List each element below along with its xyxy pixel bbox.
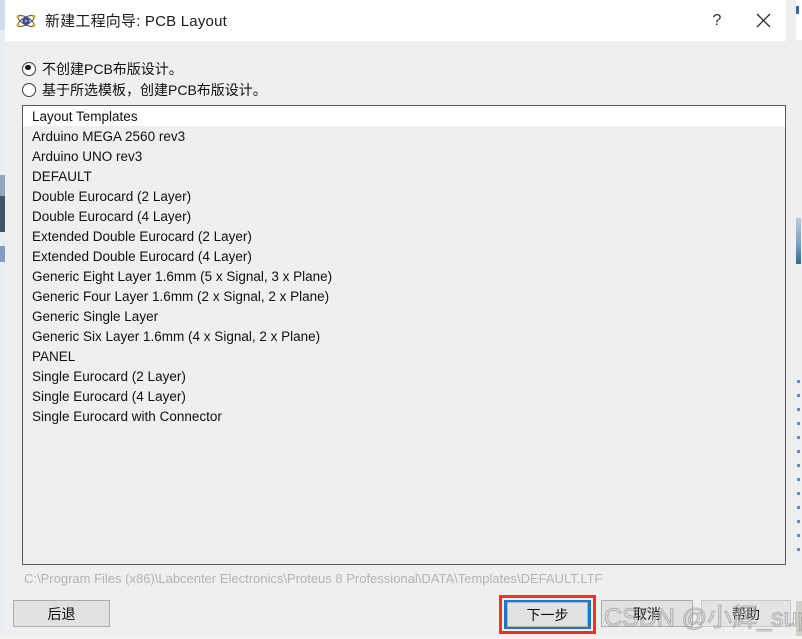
- radio-option-from-template-label: 基于所选模板，创建PCB布版设计。: [42, 81, 267, 98]
- list-item[interactable]: Double Eurocard (4 Layer): [23, 206, 785, 226]
- list-item[interactable]: Generic Six Layer 1.6mm (4 x Signal, 2 x…: [23, 326, 785, 346]
- list-item[interactable]: Generic Four Layer 1.6mm (2 x Signal, 2 …: [23, 286, 785, 306]
- layout-templates-listbox[interactable]: Layout Templates Arduino MEGA 2560 rev3 …: [22, 105, 786, 565]
- list-item[interactable]: Generic Single Layer: [23, 306, 785, 326]
- background-sliver-right: [796, 0, 802, 639]
- radio-option-from-template[interactable]: 基于所选模板，创建PCB布版设计。: [22, 79, 786, 100]
- list-item[interactable]: Generic Eight Layer 1.6mm (5 x Signal, 3…: [23, 266, 785, 286]
- help-button[interactable]: ?: [694, 0, 740, 41]
- dialog-footer: 后退 下一步 取消 帮助: [5, 595, 791, 639]
- back-button[interactable]: 后退: [13, 600, 110, 627]
- close-icon[interactable]: [740, 0, 786, 41]
- background-sliver-right-accent: [796, 6, 799, 14]
- list-item[interactable]: PANEL: [23, 346, 785, 366]
- listbox-header: Layout Templates: [23, 106, 785, 126]
- background-sliver-right-gray: [796, 601, 802, 639]
- proteus-atom-icon: [15, 10, 37, 32]
- selected-template-path: C:\Program Files (x86)\Labcenter Electro…: [24, 571, 603, 586]
- list-item[interactable]: Single Eurocard (2 Layer): [23, 366, 785, 386]
- list-item[interactable]: Extended Double Eurocard (4 Layer): [23, 246, 785, 266]
- radio-option-no-pcb-label: 不创建PCB布版设计。: [42, 60, 183, 77]
- list-item[interactable]: Arduino MEGA 2560 rev3: [23, 126, 785, 146]
- list-item[interactable]: Single Eurocard (4 Layer): [23, 386, 785, 406]
- title-bar: 新建工程向导: PCB Layout ?: [5, 0, 786, 41]
- list-item[interactable]: Double Eurocard (2 Layer): [23, 186, 785, 206]
- dialog-body: 不创建PCB布版设计。 基于所选模板，创建PCB布版设计。 Layout Tem…: [5, 41, 786, 595]
- cancel-button[interactable]: 取消: [601, 600, 693, 627]
- next-button[interactable]: 下一步: [507, 602, 588, 627]
- radio-icon-unselected[interactable]: [22, 82, 36, 97]
- background-sliver-right-band: [796, 218, 801, 264]
- radio-icon-selected[interactable]: [22, 61, 36, 76]
- list-item[interactable]: Extended Double Eurocard (2 Layer): [23, 226, 785, 246]
- radio-option-no-pcb[interactable]: 不创建PCB布版设计。: [22, 58, 786, 79]
- list-item[interactable]: DEFAULT: [23, 166, 785, 186]
- background-sliver-right-dots: [797, 380, 800, 560]
- window-title: 新建工程向导: PCB Layout: [45, 13, 227, 30]
- help-button-footer[interactable]: 帮助: [701, 600, 791, 627]
- list-item[interactable]: Arduino UNO rev3: [23, 146, 785, 166]
- list-item[interactable]: Single Eurocard with Connector: [23, 406, 785, 426]
